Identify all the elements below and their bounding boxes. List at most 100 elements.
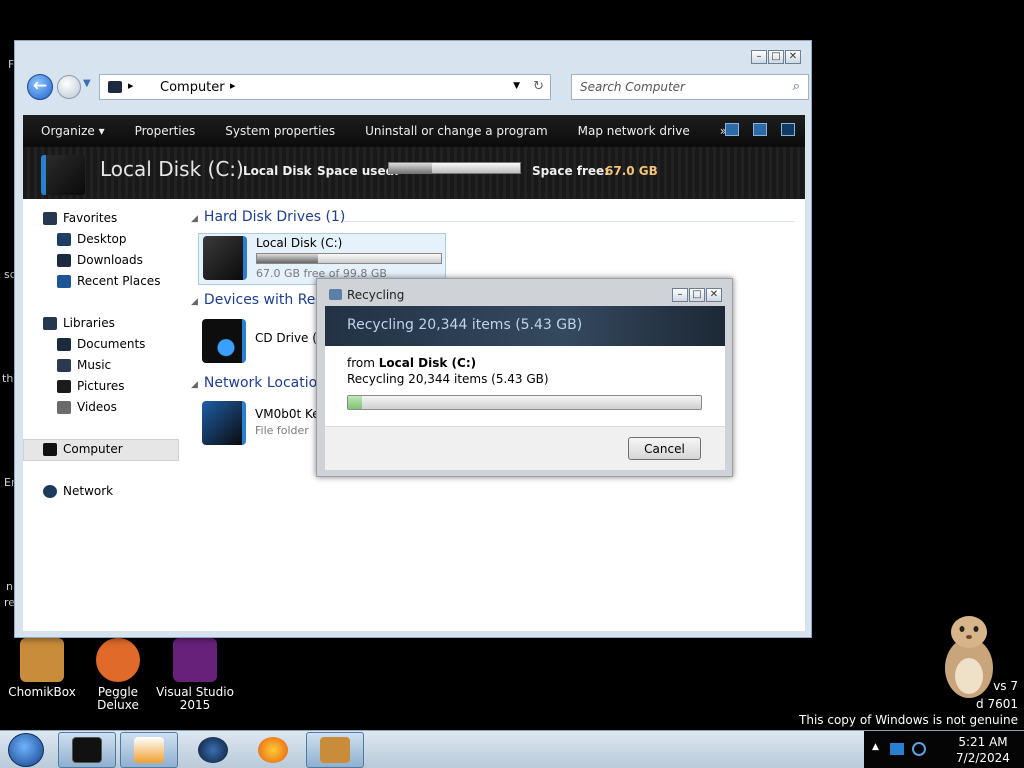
banner-text: Recycling 20,344 items (5.43 GB)	[347, 317, 583, 333]
visual-studio-icon	[173, 638, 217, 682]
change-view-icon[interactable]	[725, 123, 739, 136]
nav-desktop[interactable]: Desktop	[57, 232, 127, 246]
desktop-icon-chomikbox[interactable]: ChomikBox	[0, 638, 84, 699]
details-pane: Local Disk (C:) Local Disk Space used: S…	[23, 147, 805, 199]
nav-label: Recent Places	[77, 274, 161, 288]
nav-label: Music	[77, 358, 112, 372]
group-header-hard-disk-drives[interactable]: ◢ Hard Disk Drives (1)	[191, 209, 345, 225]
breadcrumb-separator[interactable]: ▸	[128, 79, 134, 92]
clock[interactable]: 5:21 AM 7/2/2024	[948, 734, 1018, 766]
nav-recent-places[interactable]: Recent Places	[57, 274, 160, 288]
collapse-arrow-icon[interactable]: ◢	[191, 214, 198, 224]
show-hidden-icons-icon[interactable]: ▲	[872, 742, 879, 752]
taskbar-chomikbox[interactable]	[306, 732, 364, 768]
collapse-arrow-icon[interactable]: ◢	[191, 380, 198, 390]
space-free-label: Space free:	[532, 164, 609, 178]
from-value: Local Disk (C:)	[378, 356, 477, 370]
desktop-icon	[57, 232, 71, 246]
dialog-title: Recycling	[347, 288, 405, 302]
system-properties-button[interactable]: System properties	[210, 124, 350, 138]
maximize-button[interactable]: □	[768, 50, 784, 64]
tray-app-icon[interactable]	[890, 743, 904, 755]
recycle-progress-bar	[347, 395, 702, 410]
cancel-button[interactable]: Cancel	[628, 437, 701, 460]
breadcrumb-separator[interactable]: ▸	[230, 79, 236, 92]
local-disk-icon	[203, 236, 247, 280]
dialog-banner: Recycling 20,344 items (5.43 GB)	[325, 306, 725, 346]
space-free-value: 67.0 GB	[605, 164, 658, 178]
nav-label: Desktop	[77, 232, 127, 246]
watermark-not-genuine: This copy of Windows is not genuine	[799, 713, 1018, 727]
favorites-icon	[43, 211, 57, 225]
details-title: Local Disk (C:)	[100, 157, 244, 181]
chomikbox-icon	[20, 638, 64, 682]
nav-pictures[interactable]: Pictures	[57, 379, 125, 393]
minimize-button[interactable]: –	[751, 50, 767, 64]
watermark-line2: d 7601	[976, 697, 1018, 711]
nav-downloads[interactable]: Downloads	[57, 253, 143, 267]
disk-usage-fill	[257, 254, 318, 263]
desktop-icon-visual-studio[interactable]: Visual Studio 2015	[153, 638, 237, 712]
address-dropdown[interactable]: ▼	[513, 81, 520, 91]
navigation-pane: Favorites Desktop Downloads Recent Place…	[23, 199, 183, 631]
address-bar[interactable]: ▸ Computer ▸ ▼ ↻	[99, 74, 551, 100]
taskbar-explorer[interactable]	[58, 732, 116, 768]
breadcrumb-computer[interactable]: Computer	[160, 80, 225, 95]
pictures-icon	[57, 379, 71, 393]
group-title: Network Location	[203, 375, 327, 391]
map-network-drive-button[interactable]: Map network drive	[563, 124, 705, 138]
search-input[interactable]: Search Computer ⌕	[571, 74, 809, 100]
refresh-button[interactable]: ↻	[533, 79, 544, 94]
dialog-close-button[interactable]: ✕	[706, 288, 722, 302]
nav-label: Downloads	[77, 253, 143, 267]
monitor-folder-icon	[202, 401, 246, 445]
libraries-icon	[43, 316, 57, 330]
properties-button[interactable]: Properties	[120, 124, 211, 138]
from-label: from	[347, 356, 375, 370]
close-button[interactable]: ✕	[785, 50, 801, 64]
firefox-icon	[258, 737, 288, 763]
collapse-arrow-icon[interactable]: ◢	[191, 297, 198, 307]
preview-pane-icon[interactable]	[753, 123, 767, 136]
tray-network-icon[interactable]	[912, 742, 926, 756]
local-disk-icon	[41, 155, 85, 195]
nav-libraries[interactable]: Libraries	[43, 316, 115, 330]
nav-label: Favorites	[63, 211, 118, 225]
nav-computer[interactable]: Computer	[43, 442, 123, 456]
recycling-dialog: Recycling – □ ✕ Recycling 20,344 items (…	[316, 278, 733, 477]
globe-icon	[198, 737, 228, 763]
dialog-minimize-button[interactable]: –	[672, 288, 688, 302]
uninstall-program-button[interactable]: Uninstall or change a program	[350, 124, 563, 138]
start-button[interactable]	[8, 733, 44, 767]
downloads-icon	[57, 253, 71, 267]
computer-icon	[108, 81, 122, 93]
nav-videos[interactable]: Videos	[57, 400, 117, 414]
nav-label: Documents	[77, 337, 146, 351]
help-icon[interactable]	[781, 123, 795, 136]
desktop-icon-peggle[interactable]: Peggle Deluxe	[76, 638, 160, 712]
back-button[interactable]: ←	[27, 74, 53, 100]
forward-button[interactable]	[57, 75, 81, 99]
group-header-removable[interactable]: ◢ Devices with Ren	[191, 292, 324, 308]
computer-icon	[43, 442, 57, 456]
music-icon	[57, 358, 71, 372]
group-divider	[343, 221, 795, 222]
taskbar-media-player[interactable]	[120, 732, 178, 768]
dialog-maximize-button[interactable]: □	[689, 288, 705, 302]
organize-button[interactable]: Organize ▾	[23, 124, 120, 138]
space-used-label: Space used:	[317, 164, 399, 178]
nav-music[interactable]: Music	[57, 358, 111, 372]
taskbar-app[interactable]	[184, 732, 242, 768]
nav-favorites[interactable]: Favorites	[43, 211, 117, 225]
taskbar-firefox[interactable]	[244, 732, 302, 768]
space-used-fill	[389, 163, 433, 173]
media-player-icon	[134, 737, 164, 763]
recent-pages-dropdown[interactable]: ▼	[83, 78, 91, 89]
nav-network[interactable]: Network	[43, 484, 113, 498]
taskbar: ▲ 5:21 AM 7/2/2024	[0, 730, 1024, 768]
nav-label: Pictures	[77, 379, 125, 393]
progress-text: Recycling 20,344 items (5.43 GB)	[347, 372, 549, 386]
search-icon[interactable]: ⌕	[793, 79, 800, 94]
group-header-network-location[interactable]: ◢ Network Location	[191, 375, 326, 391]
nav-documents[interactable]: Documents	[57, 337, 145, 351]
